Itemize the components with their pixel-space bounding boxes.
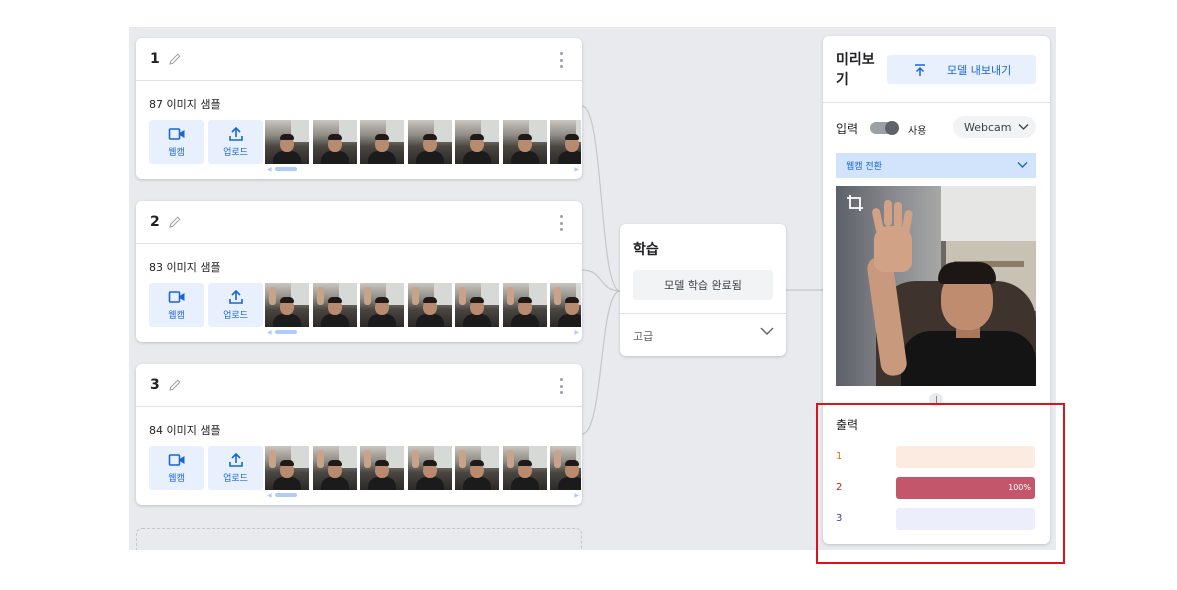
divider [823, 102, 1050, 103]
input-source-select[interactable]: Webcam [953, 116, 1036, 138]
switch-webcam-label: 웹캠 전환 [846, 162, 882, 172]
sample-count: 84 이미지 샘플 [149, 424, 221, 437]
export-model-label: 모델 내보내기 [947, 63, 1012, 77]
sample-thumbnail[interactable] [550, 446, 581, 490]
upload-button[interactable]: 업로드 [208, 446, 263, 490]
sample-count: 83 이미지 샘플 [149, 261, 221, 274]
sample-thumbnail[interactable] [502, 283, 547, 327]
sample-thumbnail[interactable] [312, 120, 357, 164]
sample-thumbnail[interactable] [265, 283, 309, 327]
sample-thumbnail[interactable] [502, 446, 547, 490]
videocam-icon [168, 454, 184, 466]
class-name[interactable]: 3 [150, 377, 160, 393]
divider [620, 313, 786, 314]
sample-thumbnails[interactable] [265, 283, 581, 327]
training-card: 학습 모델 학습 완료됨 고급 [620, 224, 786, 356]
class-card-2: 2 83 이미지 샘플 웹캠 업로드 ◀ ▶ [136, 201, 582, 342]
webcam-button[interactable]: 웹캠 [149, 446, 204, 490]
webcam-button-label: 웹캠 [168, 148, 185, 158]
sample-thumbnail[interactable] [360, 446, 404, 490]
webcam-button[interactable]: 웹캠 [149, 120, 204, 164]
sample-thumbnail[interactable] [265, 446, 309, 490]
webcam-button[interactable]: 웹캠 [149, 283, 204, 327]
pencil-icon[interactable] [168, 215, 182, 229]
switch-webcam-dropdown[interactable]: 웹캠 전환 [836, 153, 1036, 178]
class-card-header: 2 [136, 201, 582, 244]
sample-thumbnail[interactable] [550, 120, 581, 164]
class-card-header: 1 [136, 38, 582, 81]
webcam-button-label: 웹캠 [168, 311, 185, 321]
chevron-down-icon [1018, 124, 1028, 130]
videocam-icon [168, 128, 184, 140]
sample-thumbnail[interactable] [407, 283, 452, 327]
webcam-button-label: 웹캠 [168, 474, 185, 484]
sample-thumbnail[interactable] [312, 446, 357, 490]
pencil-icon[interactable] [168, 378, 182, 392]
upload-button-label: 업로드 [223, 148, 248, 158]
training-title: 학습 [633, 242, 659, 258]
sample-thumbnail[interactable] [407, 446, 452, 490]
sample-count: 87 이미지 샘플 [149, 98, 221, 111]
sample-thumbnail[interactable] [455, 283, 499, 327]
thumbnail-scrollbar[interactable]: ◀ ▶ [265, 166, 581, 173]
export-model-button[interactable]: 모델 내보내기 [887, 55, 1036, 84]
input-source-value: Webcam [964, 120, 1012, 134]
sample-thumbnail[interactable] [455, 446, 499, 490]
upload-icon [228, 452, 243, 467]
toggle-label: 사용 [908, 126, 927, 137]
upload-button[interactable]: 업로드 [208, 120, 263, 164]
more-vert-icon[interactable] [558, 52, 564, 68]
upload-button-label: 업로드 [223, 474, 248, 484]
upload-button-label: 업로드 [223, 311, 248, 321]
class-name[interactable]: 2 [150, 214, 160, 230]
sample-thumbnail[interactable] [502, 120, 547, 164]
webcam-preview [836, 186, 1036, 386]
sample-thumbnail[interactable] [455, 120, 499, 164]
chevron-down-icon[interactable] [760, 326, 774, 336]
publish-icon [915, 63, 925, 76]
upload-icon [228, 126, 243, 141]
preview-title: 미리보기 [836, 52, 875, 88]
videocam-icon [168, 291, 184, 303]
chevron-down-icon [1017, 162, 1028, 168]
thumbnail-scrollbar[interactable]: ◀ ▶ [265, 492, 581, 499]
thumbnail-scrollbar[interactable]: ◀ ▶ [265, 329, 581, 336]
highlight-box [816, 403, 1065, 564]
sample-thumbnail[interactable] [265, 120, 309, 164]
sample-thumbnail[interactable] [312, 283, 357, 327]
sample-thumbnail[interactable] [407, 120, 452, 164]
class-card-3: 3 84 이미지 샘플 웹캠 업로드 ◀ ▶ [136, 364, 582, 505]
sample-thumbnails[interactable] [265, 120, 581, 164]
input-toggle[interactable] [870, 121, 899, 135]
upload-button[interactable]: 업로드 [208, 283, 263, 327]
more-vert-icon[interactable] [558, 215, 564, 231]
sample-thumbnail[interactable] [360, 283, 404, 327]
class-name[interactable]: 1 [150, 51, 160, 67]
input-label: 입력 [836, 122, 859, 136]
sample-thumbnail[interactable] [550, 283, 581, 327]
sample-thumbnail[interactable] [360, 120, 404, 164]
class-card-1: 1 87 이미지 샘플 웹캠 업로드 ◀ ▶ [136, 38, 582, 179]
class-card-header: 3 [136, 364, 582, 407]
sample-thumbnails[interactable] [265, 446, 581, 490]
crop-icon[interactable] [846, 194, 864, 212]
more-vert-icon[interactable] [558, 378, 564, 394]
add-class-area[interactable] [136, 528, 582, 550]
train-model-button[interactable]: 모델 학습 완료됨 [633, 270, 773, 300]
upload-icon [228, 289, 243, 304]
advanced-label[interactable]: 고급 [633, 328, 653, 344]
pencil-icon[interactable] [168, 52, 182, 66]
